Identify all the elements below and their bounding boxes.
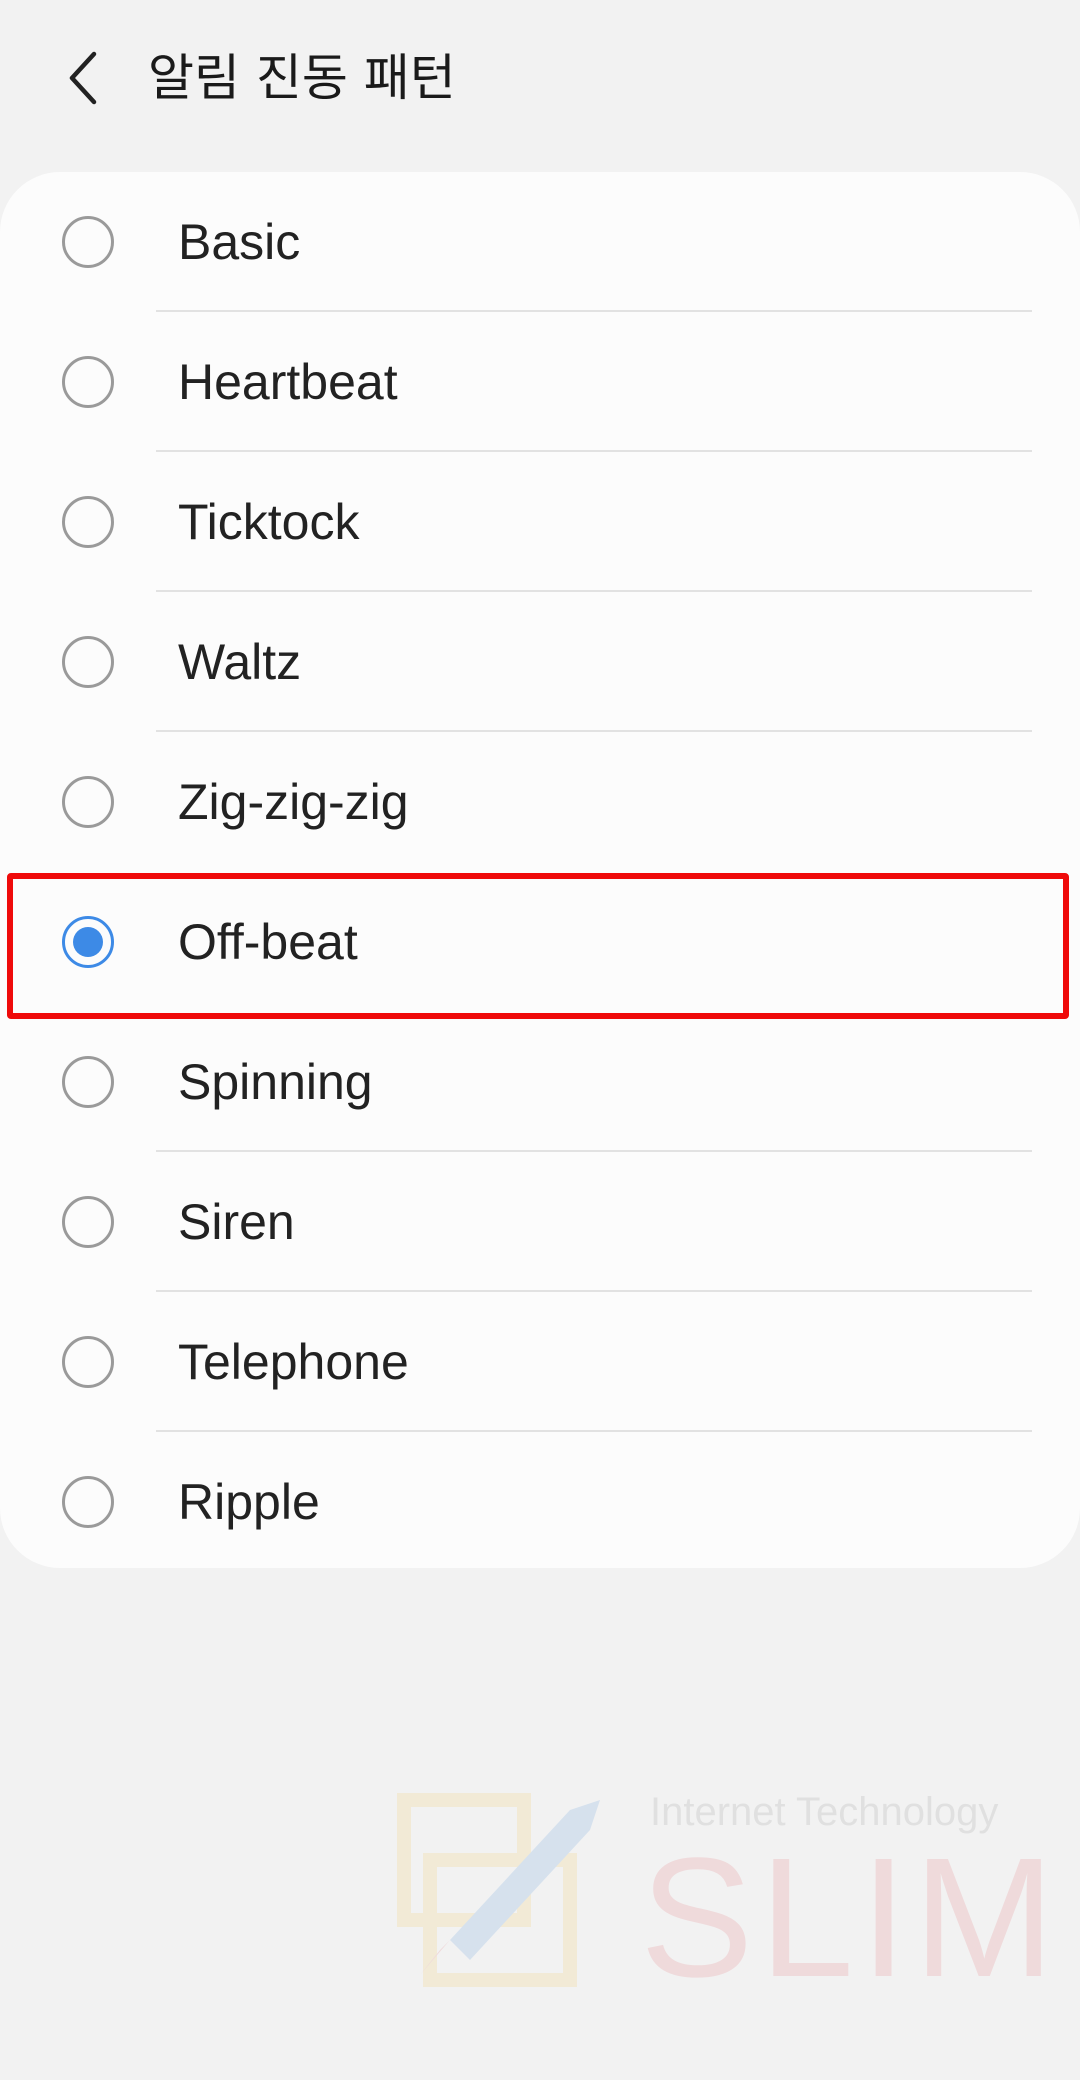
option-row-telephone[interactable]: Telephone (0, 1292, 1080, 1432)
option-label: Siren (178, 1194, 295, 1250)
radio-button[interactable] (62, 496, 114, 548)
radio-button[interactable] (62, 1056, 114, 1108)
app-bar: 알림 진동 패턴 (0, 0, 1080, 160)
option-label: Ticktock (178, 494, 360, 550)
rocket-logo-icon (397, 1793, 600, 1987)
option-row-basic[interactable]: Basic (0, 172, 1080, 312)
watermark: Internet Technology SLIM (390, 1780, 1055, 2013)
radio-button[interactable] (62, 636, 114, 688)
chevron-left-icon (69, 51, 97, 105)
option-row-spinning[interactable]: Spinning (0, 1012, 1080, 1152)
option-label: Ripple (178, 1474, 320, 1530)
option-label: Waltz (178, 634, 302, 690)
option-row-waltz[interactable]: Waltz (0, 592, 1080, 732)
option-label: Off-beat (178, 914, 358, 970)
radio-button[interactable] (62, 356, 114, 408)
radio-button[interactable] (62, 1196, 114, 1248)
option-label: Zig-zig-zig (178, 774, 409, 830)
option-row-heartbeat[interactable]: Heartbeat (0, 312, 1080, 452)
option-row-ticktock[interactable]: Ticktock (0, 452, 1080, 592)
radio-button-selected[interactable] (62, 916, 114, 968)
screen: 알림 진동 패턴 Basic Heartbeat Ticktock Waltz … (0, 0, 1080, 2080)
vibration-pattern-list: Basic Heartbeat Ticktock Waltz Zig-zig-z… (0, 172, 1080, 1568)
page-title: 알림 진동 패턴 (148, 49, 456, 107)
radio-button[interactable] (62, 216, 114, 268)
back-button[interactable] (48, 38, 120, 118)
option-row-siren[interactable]: Siren (0, 1152, 1080, 1292)
option-label: Spinning (178, 1054, 373, 1110)
option-row-zig-zig-zig[interactable]: Zig-zig-zig (0, 732, 1080, 872)
radio-button[interactable] (62, 776, 114, 828)
option-row-off-beat[interactable]: Off-beat (0, 872, 1080, 1012)
watermark-brand: SLIM (640, 1823, 1061, 2013)
option-row-ripple[interactable]: Ripple (0, 1432, 1080, 1572)
radio-button[interactable] (62, 1476, 114, 1528)
option-label: Basic (178, 214, 301, 270)
option-label: Telephone (178, 1334, 409, 1390)
option-label: Heartbeat (178, 354, 398, 410)
radio-dot-icon (73, 927, 103, 957)
radio-button[interactable] (62, 1336, 114, 1388)
